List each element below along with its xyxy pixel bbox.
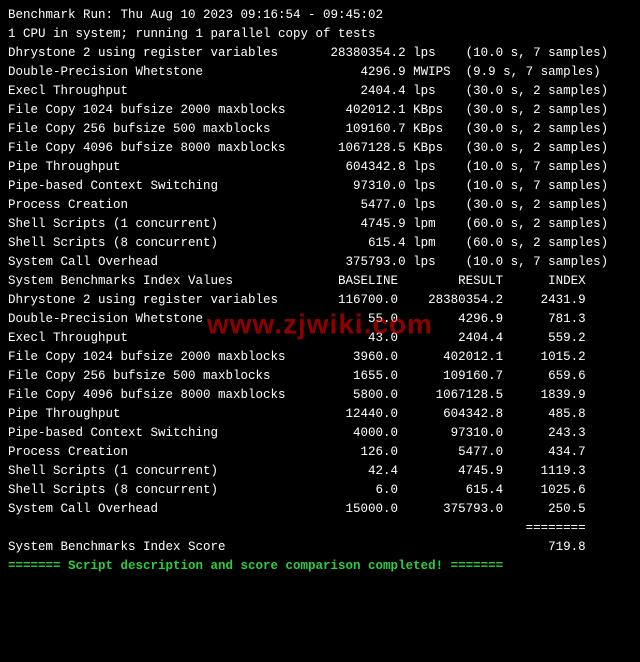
index-divider: ======== — [8, 519, 632, 538]
index-row-6: Pipe Throughput 12440.0 604342.8 485.8 — [8, 405, 632, 424]
result-row-0: Dhrystone 2 using register variables 283… — [8, 44, 632, 63]
result-row-3: File Copy 1024 bufsize 2000 maxblocks 40… — [8, 101, 632, 120]
index-header: System Benchmarks Index Values BASELINE … — [8, 272, 632, 291]
result-row-10: Shell Scripts (8 concurrent) 615.4 lpm (… — [8, 234, 632, 253]
index-row-0: Dhrystone 2 using register variables 116… — [8, 291, 632, 310]
index-row-11: System Call Overhead 15000.0 375793.0 25… — [8, 500, 632, 519]
index-row-4: File Copy 256 bufsize 500 maxblocks 1655… — [8, 367, 632, 386]
index-score: System Benchmarks Index Score 719.8 — [8, 538, 632, 557]
index-row-10: Shell Scripts (8 concurrent) 6.0 615.4 1… — [8, 481, 632, 500]
result-row-7: Pipe-based Context Switching 97310.0 lps… — [8, 177, 632, 196]
index-row-1: Double-Precision Whetstone 55.0 4296.9 7… — [8, 310, 632, 329]
cpu-line: 1 CPU in system; running 1 parallel copy… — [8, 25, 632, 44]
footer-line: ======= Script description and score com… — [8, 557, 632, 576]
result-row-4: File Copy 256 bufsize 500 maxblocks 1091… — [8, 120, 632, 139]
index-row-2: Execl Throughput 43.0 2404.4 559.2 — [8, 329, 632, 348]
index-row-8: Process Creation 126.0 5477.0 434.7 — [8, 443, 632, 462]
index-row-5: File Copy 4096 bufsize 8000 maxblocks 58… — [8, 386, 632, 405]
result-row-2: Execl Throughput 2404.4 lps (30.0 s, 2 s… — [8, 82, 632, 101]
index-row-9: Shell Scripts (1 concurrent) 42.4 4745.9… — [8, 462, 632, 481]
benchmark-run-line: Benchmark Run: Thu Aug 10 2023 09:16:54 … — [8, 6, 632, 25]
terminal-output: Benchmark Run: Thu Aug 10 2023 09:16:54 … — [0, 0, 640, 582]
result-row-6: Pipe Throughput 604342.8 lps (10.0 s, 7 … — [8, 158, 632, 177]
result-row-1: Double-Precision Whetstone 4296.9 MWIPS … — [8, 63, 632, 82]
index-row-3: File Copy 1024 bufsize 2000 maxblocks 39… — [8, 348, 632, 367]
result-row-8: Process Creation 5477.0 lps (30.0 s, 2 s… — [8, 196, 632, 215]
result-row-5: File Copy 4096 bufsize 8000 maxblocks 10… — [8, 139, 632, 158]
result-row-9: Shell Scripts (1 concurrent) 4745.9 lpm … — [8, 215, 632, 234]
result-row-11: System Call Overhead 375793.0 lps (10.0 … — [8, 253, 632, 272]
index-row-7: Pipe-based Context Switching 4000.0 9731… — [8, 424, 632, 443]
